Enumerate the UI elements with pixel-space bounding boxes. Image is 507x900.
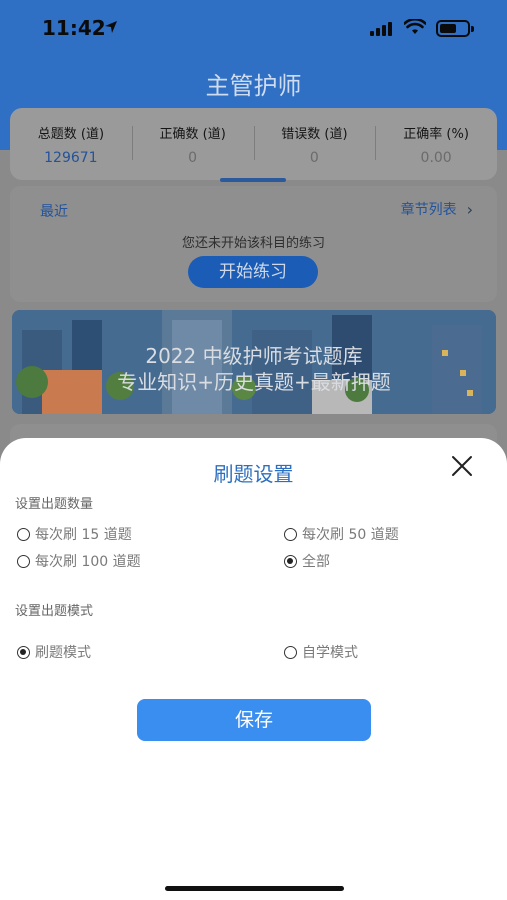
status-bar: 11:42: [0, 0, 507, 54]
home-indicator[interactable]: [165, 886, 344, 891]
count-option-100[interactable]: 每次刷 100 道题: [17, 551, 141, 571]
banner-title: 2022 中级护师考试题库: [145, 344, 363, 368]
sheet-title: 刷题设置: [213, 462, 294, 486]
stat-value: 0.00: [420, 149, 452, 166]
count-option-15[interactable]: 每次刷 15 道题: [17, 524, 132, 544]
location-arrow-icon: [105, 21, 117, 33]
stat-label: 错误数 (道): [281, 126, 348, 142]
banner-subtitle: 专业知识+历史真题+最新押题: [117, 370, 391, 394]
save-button[interactable]: 保存: [137, 699, 371, 741]
radio-unchecked-icon: [17, 554, 30, 568]
chapter-list-label: 章节列表: [400, 202, 457, 218]
page-indicator: [220, 178, 286, 182]
stat-value: 0: [188, 149, 198, 166]
mode-option-self-study[interactable]: 自学模式: [284, 642, 358, 662]
stat-label: 总题数 (道): [37, 126, 105, 142]
option-label: 每次刷 100 道题: [35, 554, 141, 570]
count-option-50[interactable]: 每次刷 50 道题: [284, 524, 399, 544]
radio-unchecked-icon: [284, 645, 297, 659]
stat-correct: 正确数 (道) 0: [131, 108, 254, 180]
battery-icon: [436, 20, 474, 37]
status-time: 11:42: [42, 16, 106, 40]
option-label: 每次刷 50 道题: [302, 527, 399, 543]
start-practice-button[interactable]: 开始练习: [188, 256, 318, 288]
stat-label: 正确率 (%): [403, 126, 469, 142]
chapter-list-link[interactable]: 章节列表 ›: [401, 199, 473, 219]
practice-settings-sheet: 刷题设置 设置出题数量 每次刷 15 道题 每次刷 50 道题 每次刷 100 …: [0, 438, 507, 900]
empty-practice-message: 您还未开始该科目的练习: [181, 236, 325, 251]
stat-wrong: 错误数 (道) 0: [253, 108, 376, 180]
stat-total: 总题数 (道) 129671: [10, 108, 132, 180]
radio-unchecked-icon: [284, 527, 297, 541]
question-mode-label: 设置出题模式: [15, 604, 94, 619]
cellular-signal-icon: [370, 22, 392, 36]
page-title: 主管护师: [205, 72, 302, 100]
stat-value: 0: [309, 149, 319, 166]
chevron-right-icon: ›: [466, 199, 473, 219]
mode-option-practice[interactable]: 刷题模式: [17, 642, 91, 662]
radio-unchecked-icon: [17, 527, 30, 541]
wifi-icon: [404, 19, 426, 34]
option-label: 全部: [302, 554, 330, 570]
option-label: 每次刷 15 道题: [35, 527, 132, 543]
stats-card: 总题数 (道) 129671 正确数 (道) 0 错误数 (道) 0 正确率 (…: [10, 108, 497, 180]
stat-label: 正确数 (道): [159, 126, 226, 142]
option-label: 刷题模式: [35, 645, 91, 661]
close-icon[interactable]: [450, 454, 474, 478]
option-label: 自学模式: [302, 645, 358, 661]
count-option-all[interactable]: 全部: [284, 551, 330, 571]
question-count-label: 设置出题数量: [15, 497, 94, 512]
stat-value: 129671: [44, 149, 98, 166]
practice-card: 最近 章节列表 › 您还未开始该科目的练习 开始练习: [10, 186, 497, 302]
recent-label: 最近: [40, 204, 68, 220]
promo-banner[interactable]: 2022 中级护师考试题库 专业知识+历史真题+最新押题: [12, 310, 496, 414]
radio-checked-icon: [284, 554, 297, 568]
stat-accuracy: 正确率 (%) 0.00: [375, 108, 497, 180]
radio-checked-icon: [17, 645, 30, 659]
